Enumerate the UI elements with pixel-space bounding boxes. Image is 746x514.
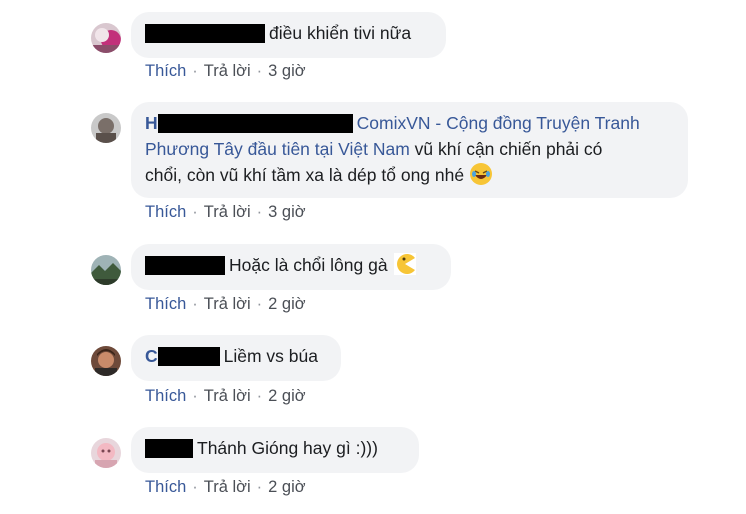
- timestamp[interactable]: 3 giờ: [268, 203, 305, 221]
- mention-link[interactable]: ComixVN - Cộng đồng Truyện Tranh: [357, 113, 640, 133]
- comment-actions: Thích · Trả lời · 3 giờ: [145, 203, 306, 221]
- comment-actions: Thích · Trả lời · 2 giờ: [145, 295, 306, 313]
- comment-text: vũ khí cận chiến phải có: [409, 139, 603, 159]
- like-link[interactable]: Thích: [145, 387, 186, 405]
- comment-actions: Thích · Trả lời · 3 giờ: [145, 62, 306, 80]
- reply-link[interactable]: Trả lời: [204, 478, 251, 496]
- laughing-emoji-icon: [470, 163, 493, 186]
- pacman-emoji-icon: [393, 253, 416, 276]
- like-link[interactable]: Thích: [145, 295, 186, 313]
- timestamp[interactable]: 2 giờ: [268, 387, 305, 405]
- redacted-name: [145, 438, 193, 458]
- like-link[interactable]: Thích: [145, 62, 186, 80]
- avatar[interactable]: [91, 255, 121, 285]
- comment-text: Thánh Gióng hay gì :))): [197, 438, 378, 458]
- comment-bubble: điều khiển tivi nữa: [131, 12, 446, 58]
- comment-bubble: C Liềm vs búa: [131, 335, 341, 381]
- author-initial[interactable]: C: [145, 346, 158, 366]
- comment-text: điều khiển tivi nữa: [269, 23, 412, 43]
- redacted-name: [157, 346, 220, 366]
- timestamp[interactable]: 2 giờ: [268, 295, 305, 313]
- avatar[interactable]: [91, 438, 121, 468]
- like-link[interactable]: Thích: [145, 203, 186, 221]
- comment-actions: Thích · Trả lời · 2 giờ: [145, 387, 306, 405]
- comment-text: Liềm vs búa: [223, 346, 318, 366]
- comment-actions: Thích · Trả lời · 2 giờ: [145, 478, 306, 496]
- comment-bubble: Thánh Gióng hay gì :))): [131, 427, 419, 473]
- redacted-name: [157, 113, 353, 133]
- redacted-name: [145, 255, 225, 275]
- avatar[interactable]: [91, 113, 121, 143]
- comment-text: Hoặc là chổi lông gà: [229, 255, 388, 275]
- redacted-name: [145, 23, 265, 43]
- timestamp[interactable]: 3 giờ: [268, 62, 305, 80]
- comment-text-cont: chổi, còn vũ khí tầm xa là dép tổ ong nh…: [145, 165, 465, 185]
- mention-link-cont[interactable]: Phương Tây đầu tiên tại Việt Nam: [145, 139, 410, 159]
- reply-link[interactable]: Trả lời: [204, 387, 251, 405]
- reply-link[interactable]: Trả lời: [204, 203, 251, 221]
- avatar[interactable]: [91, 23, 121, 53]
- comment-bubble: H ComixVN - Cộng đồng Truyện Tranh Phương…: [131, 102, 688, 198]
- author-initial[interactable]: H: [145, 113, 158, 133]
- comment-bubble: Hoặc là chổi lông gà: [131, 244, 451, 290]
- reply-link[interactable]: Trả lời: [204, 295, 251, 313]
- reply-link[interactable]: Trả lời: [204, 62, 251, 80]
- timestamp[interactable]: 2 giờ: [268, 478, 305, 496]
- avatar[interactable]: [91, 346, 121, 376]
- like-link[interactable]: Thích: [145, 478, 186, 496]
